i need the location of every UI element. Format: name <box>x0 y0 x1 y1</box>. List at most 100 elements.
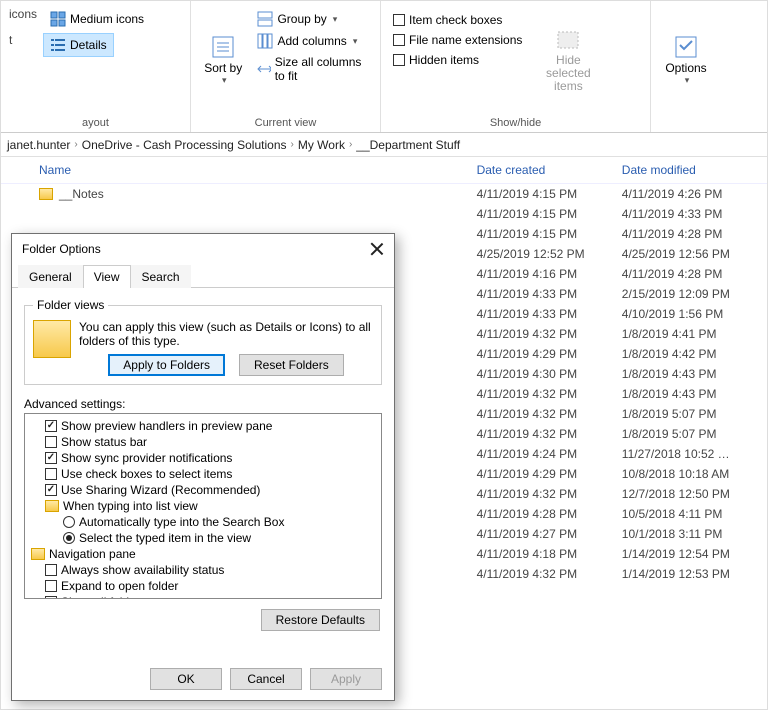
add-columns-button[interactable]: Add columns▾ <box>253 31 372 51</box>
row-date-modified: 4/25/2019 12:56 PM <box>622 247 767 261</box>
adv-item[interactable]: Use check boxes to select items <box>27 466 379 482</box>
advanced-settings-list[interactable]: Show preview handlers in preview paneSho… <box>24 413 382 599</box>
add-columns-label: Add columns <box>277 34 346 48</box>
row-date-modified: 11/27/2018 10:52 … <box>622 447 767 461</box>
checkbox-icon <box>393 14 405 26</box>
checkbox-icon <box>45 580 57 592</box>
row-date-created: 4/11/2019 4:33 PM <box>477 287 622 301</box>
adv-item-label: Select the typed item in the view <box>79 531 251 545</box>
close-button[interactable] <box>370 242 384 256</box>
folder-views-legend: Folder views <box>33 298 108 312</box>
col-name[interactable]: Name <box>1 163 477 177</box>
options-label: Options <box>665 61 706 75</box>
checkbox-icon <box>45 420 57 432</box>
cancel-button[interactable]: Cancel <box>230 668 302 690</box>
tab-view[interactable]: View <box>83 265 131 288</box>
row-date-created: 4/11/2019 4:15 PM <box>477 207 622 221</box>
table-row[interactable]: 4/11/2019 4:15 PM4/11/2019 4:33 PM <box>1 204 767 224</box>
checkbox-icon <box>45 564 57 576</box>
adv-item-label: Use Sharing Wizard (Recommended) <box>61 483 260 497</box>
row-date-modified: 1/8/2019 5:07 PM <box>622 407 767 421</box>
view-details[interactable]: Details <box>43 33 114 57</box>
chevron-right-icon: › <box>291 139 294 150</box>
adv-item[interactable]: Show preview handlers in preview pane <box>27 418 379 434</box>
adv-item-label: Always show availability status <box>61 563 224 577</box>
nav-folder-icon <box>31 548 45 560</box>
crumb[interactable]: __Department Stuff <box>356 138 460 152</box>
checkbox-icon <box>45 436 57 448</box>
adv-item[interactable]: Automatically type into the Search Box <box>27 514 379 530</box>
row-date-modified: 4/10/2019 1:56 PM <box>622 307 767 321</box>
breadcrumb[interactable]: janet.hunter › OneDrive - Cash Processing… <box>1 133 767 157</box>
options-icon <box>672 33 700 61</box>
row-date-created: 4/11/2019 4:32 PM <box>477 407 622 421</box>
options-button[interactable]: Options▾ <box>659 5 713 114</box>
file-name-extensions[interactable]: File name extensions <box>389 31 526 49</box>
details-icon <box>50 37 66 53</box>
hidden-items[interactable]: Hidden items <box>389 51 526 69</box>
adv-item-label: Show sync provider notifications <box>61 451 232 465</box>
sort-by-button[interactable]: Sort by▾ <box>199 5 247 114</box>
column-headers: Name Date created Date modified <box>1 157 767 184</box>
col-date-modified[interactable]: Date modified <box>622 163 767 177</box>
adv-item[interactable]: Navigation pane <box>27 546 379 562</box>
adv-item[interactable]: Show all folders <box>27 594 379 599</box>
advanced-settings-label: Advanced settings: <box>24 397 382 411</box>
row-date-created: 4/11/2019 4:18 PM <box>477 547 622 561</box>
adv-item[interactable]: When typing into list view <box>27 498 379 514</box>
apply-to-folders-button[interactable]: Apply to Folders <box>108 354 225 376</box>
item-check-boxes[interactable]: Item check boxes <box>389 11 526 29</box>
adv-item-label: Automatically type into the Search Box <box>79 515 284 529</box>
row-date-modified: 1/8/2019 4:42 PM <box>622 347 767 361</box>
add-columns-icon <box>257 33 273 49</box>
adv-item[interactable]: Always show availability status <box>27 562 379 578</box>
tab-search[interactable]: Search <box>131 265 191 288</box>
row-date-modified: 4/11/2019 4:33 PM <box>622 207 767 221</box>
row-date-modified: 10/8/2018 10:18 AM <box>622 467 767 481</box>
adv-item[interactable]: Use Sharing Wizard (Recommended) <box>27 482 379 498</box>
dialog-title: Folder Options <box>22 242 370 256</box>
crumb[interactable]: janet.hunter <box>7 138 70 152</box>
folder-icon <box>33 320 71 358</box>
tab-general[interactable]: General <box>18 265 83 288</box>
adv-item[interactable]: Show sync provider notifications <box>27 450 379 466</box>
row-date-modified: 12/7/2018 12:50 PM <box>622 487 767 501</box>
crumb[interactable]: OneDrive - Cash Processing Solutions <box>82 138 287 152</box>
view-details-label: Details <box>70 38 107 52</box>
adv-item[interactable]: Expand to open folder <box>27 578 379 594</box>
ok-button[interactable]: OK <box>150 668 222 690</box>
row-date-created: 4/11/2019 4:15 PM <box>477 227 622 241</box>
restore-defaults-button[interactable]: Restore Defaults <box>261 609 380 631</box>
reset-folders-button[interactable]: Reset Folders <box>239 354 344 376</box>
group-by-button[interactable]: Group by▾ <box>253 9 372 29</box>
row-date-created: 4/11/2019 4:33 PM <box>477 307 622 321</box>
col-date-created[interactable]: Date created <box>477 163 622 177</box>
view-medium-icons[interactable]: Medium icons <box>43 7 151 31</box>
adv-item-label: Show preview handlers in preview pane <box>61 419 272 433</box>
row-date-created: 4/11/2019 4:32 PM <box>477 427 622 441</box>
row-date-modified: 1/8/2019 4:41 PM <box>622 327 767 341</box>
adv-item[interactable]: Select the typed item in the view <box>27 530 379 546</box>
adv-item[interactable]: Show status bar <box>27 434 379 450</box>
crumb[interactable]: My Work <box>298 138 345 152</box>
chevron-down-icon: ▾ <box>685 75 690 86</box>
hide-selected-label: Hide selected items <box>536 54 600 94</box>
hide-selected-button[interactable]: Hide selected items <box>532 5 604 114</box>
hidden-items-label: Hidden items <box>409 53 479 67</box>
dialog-tabs: General View Search <box>12 264 394 288</box>
adv-item-label: Expand to open folder <box>61 579 178 593</box>
adv-item-label: Navigation pane <box>49 547 136 561</box>
row-date-modified: 1/14/2019 12:53 PM <box>622 567 767 581</box>
row-date-created: 4/11/2019 4:27 PM <box>477 527 622 541</box>
adv-item-label: Show all folders <box>61 595 146 599</box>
row-name: __Notes <box>59 187 104 201</box>
size-columns-icon <box>257 61 270 77</box>
group-by-label: Group by <box>277 12 326 26</box>
table-row[interactable]: __Notes4/11/2019 4:15 PM4/11/2019 4:26 P… <box>1 184 767 204</box>
row-date-created: 4/11/2019 4:29 PM <box>477 347 622 361</box>
row-date-created: 4/25/2019 12:52 PM <box>477 247 622 261</box>
size-columns-button[interactable]: Size all columns to fit <box>253 53 372 85</box>
checkbox-icon <box>45 484 57 496</box>
row-date-created: 4/11/2019 4:15 PM <box>477 187 622 201</box>
apply-button[interactable]: Apply <box>310 668 382 690</box>
